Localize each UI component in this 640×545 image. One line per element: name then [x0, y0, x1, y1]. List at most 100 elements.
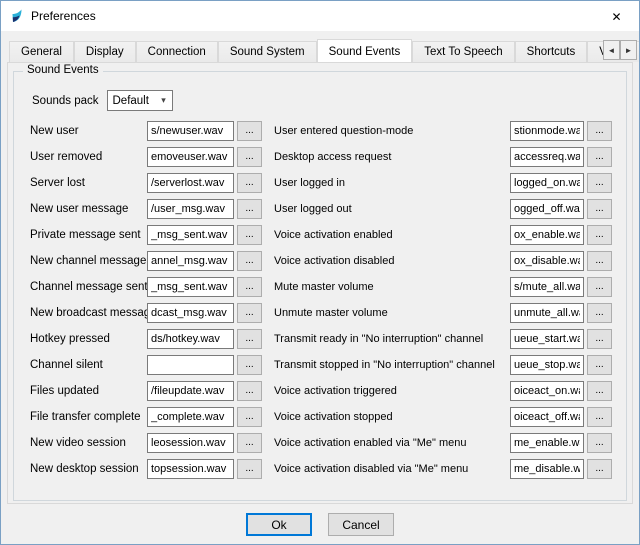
ok-button[interactable]: Ok: [246, 513, 312, 536]
sound-file-input[interactable]: [147, 355, 234, 375]
sound-file-input[interactable]: [147, 277, 234, 297]
app-icon: [9, 8, 25, 24]
sound-event-row: Files updated ... Voice activation trigg…: [30, 381, 614, 401]
sound-event-row: Server lost ... User logged in ...: [30, 173, 614, 193]
sound-file-input[interactable]: [510, 173, 584, 193]
sound-file-input[interactable]: [510, 303, 584, 323]
sound-event-row: New video session ... Voice activation e…: [30, 433, 614, 453]
browse-button[interactable]: ...: [587, 225, 612, 245]
browse-button[interactable]: ...: [237, 433, 262, 453]
event-label: Voice activation stopped: [274, 411, 510, 423]
window-title: Preferences: [31, 9, 594, 23]
event-label: User removed: [30, 151, 147, 163]
sound-file-input[interactable]: [510, 381, 584, 401]
sound-file-input[interactable]: [510, 147, 584, 167]
browse-button[interactable]: ...: [237, 459, 262, 479]
browse-button[interactable]: ...: [587, 251, 612, 271]
sound-file-input[interactable]: [147, 173, 234, 193]
sound-file-input[interactable]: [510, 121, 584, 141]
sound-event-row: New user message ... User logged out ...: [30, 199, 614, 219]
sound-file-input[interactable]: [147, 147, 234, 167]
browse-button[interactable]: ...: [237, 225, 262, 245]
sound-file-input[interactable]: [510, 225, 584, 245]
sound-event-row: User removed ... Desktop access request …: [30, 147, 614, 167]
browse-button[interactable]: ...: [587, 407, 612, 427]
event-label: New desktop session: [30, 463, 147, 475]
browse-button[interactable]: ...: [587, 433, 612, 453]
tab-sound-system[interactable]: Sound System: [218, 41, 317, 62]
sound-event-row: Hotkey pressed ... Transmit ready in "No…: [30, 329, 614, 349]
sounds-pack-row: Sounds pack Default ▾: [32, 90, 614, 111]
tab-scroll-left-icon[interactable]: ◄: [603, 40, 620, 60]
tab-general[interactable]: General: [9, 41, 74, 62]
browse-button[interactable]: ...: [237, 329, 262, 349]
sound-file-input[interactable]: [510, 329, 584, 349]
event-label: Voice activation triggered: [274, 385, 510, 397]
group-title: Sound Events: [23, 64, 103, 76]
tab-bar: General Display Connection Sound System …: [1, 37, 639, 62]
sound-file-input[interactable]: [510, 199, 584, 219]
sounds-pack-select[interactable]: Default ▾: [107, 90, 173, 111]
sound-file-input[interactable]: [147, 329, 234, 349]
browse-button[interactable]: ...: [237, 121, 262, 141]
sound-file-input[interactable]: [147, 381, 234, 401]
event-label: Transmit ready in "No interruption" chan…: [274, 333, 510, 345]
tab-scroll-right-icon[interactable]: ►: [620, 40, 637, 60]
browse-button[interactable]: ...: [237, 173, 262, 193]
tab-text-to-speech[interactable]: Text To Speech: [412, 41, 514, 62]
sound-file-input[interactable]: [147, 407, 234, 427]
sound-file-input[interactable]: [510, 433, 584, 453]
sound-file-input[interactable]: [510, 407, 584, 427]
sound-file-input[interactable]: [147, 303, 234, 323]
close-icon[interactable]: ✕: [594, 1, 639, 31]
browse-button[interactable]: ...: [237, 199, 262, 219]
tab-connection[interactable]: Connection: [136, 41, 218, 62]
tab-shortcuts[interactable]: Shortcuts: [515, 41, 588, 62]
dialog-buttons: Ok Cancel: [1, 504, 639, 536]
browse-button[interactable]: ...: [237, 407, 262, 427]
event-label: Voice activation disabled via "Me" menu: [274, 463, 510, 475]
sound-file-input[interactable]: [147, 199, 234, 219]
sound-file-input[interactable]: [510, 277, 584, 297]
event-label: Mute master volume: [274, 281, 510, 293]
sounds-pack-label: Sounds pack: [32, 95, 99, 107]
title-bar: Preferences ✕: [1, 1, 639, 31]
browse-button[interactable]: ...: [237, 381, 262, 401]
browse-button[interactable]: ...: [237, 147, 262, 167]
sound-file-input[interactable]: [147, 433, 234, 453]
tab-display[interactable]: Display: [74, 41, 136, 62]
browse-button[interactable]: ...: [587, 173, 612, 193]
sound-file-input[interactable]: [510, 459, 584, 479]
browse-button[interactable]: ...: [587, 381, 612, 401]
sound-file-input[interactable]: [147, 121, 234, 141]
sound-events-group: Sound Events Sounds pack Default ▾ New u…: [13, 71, 627, 501]
sound-file-input[interactable]: [510, 355, 584, 375]
browse-button[interactable]: ...: [587, 355, 612, 375]
browse-button[interactable]: ...: [587, 277, 612, 297]
sound-event-row: Channel silent ... Transmit stopped in "…: [30, 355, 614, 375]
cancel-button[interactable]: Cancel: [328, 513, 394, 536]
browse-button[interactable]: ...: [237, 277, 262, 297]
browse-button[interactable]: ...: [237, 355, 262, 375]
browse-button[interactable]: ...: [587, 329, 612, 349]
event-label: Files updated: [30, 385, 147, 397]
event-label: User entered question-mode: [274, 125, 510, 137]
event-label: Channel message sent: [30, 281, 147, 293]
tab-sound-events[interactable]: Sound Events: [317, 39, 413, 62]
browse-button[interactable]: ...: [587, 147, 612, 167]
browse-button[interactable]: ...: [587, 121, 612, 141]
sound-event-row: New desktop session ... Voice activation…: [30, 459, 614, 479]
browse-button[interactable]: ...: [237, 251, 262, 271]
browse-button[interactable]: ...: [587, 459, 612, 479]
browse-button[interactable]: ...: [587, 303, 612, 323]
sound-file-input[interactable]: [510, 251, 584, 271]
event-label: Voice activation disabled: [274, 255, 510, 267]
sound-file-input[interactable]: [147, 251, 234, 271]
sound-file-input[interactable]: [147, 225, 234, 245]
browse-button[interactable]: ...: [587, 199, 612, 219]
event-label: New video session: [30, 437, 147, 449]
sound-file-input[interactable]: [147, 459, 234, 479]
sound-event-row: Private message sent ... Voice activatio…: [30, 225, 614, 245]
browse-button[interactable]: ...: [237, 303, 262, 323]
sound-event-row: Channel message sent ... Mute master vol…: [30, 277, 614, 297]
